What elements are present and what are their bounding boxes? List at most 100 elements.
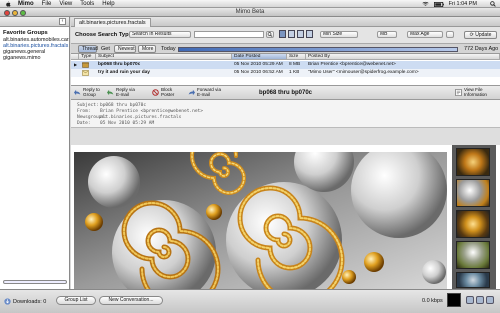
column-header-date[interactable]: Date Posted xyxy=(232,54,287,60)
table-row[interactable]: ▶ bp068 thru bp070c 05 Nov 2010 05:29 AM… xyxy=(71,61,500,69)
header-key: Date: xyxy=(77,121,91,126)
view-icons xyxy=(279,30,315,39)
age-slider[interactable] xyxy=(178,47,458,52)
apple-icon[interactable] xyxy=(5,1,11,7)
thumbnail-strip xyxy=(452,145,496,289)
size-unit-select[interactable]: MB xyxy=(377,31,397,38)
downloads-status[interactable]: Downloads: 0 xyxy=(4,297,46,306)
window-title: Mimo Beta xyxy=(235,9,265,15)
update-button-label: Update xyxy=(475,32,492,38)
view-list-icon[interactable] xyxy=(279,30,286,38)
thumbnail-image[interactable] xyxy=(456,241,490,269)
sidebar: ‹ Favorite Groups alt.binaries.automobil… xyxy=(0,17,70,289)
attachment-viewer xyxy=(71,145,500,289)
window-titlebar: Mimo Beta xyxy=(0,8,500,17)
menu-help[interactable]: Help xyxy=(102,1,114,7)
search-bar: Choose Search Type: Search In Results Mi… xyxy=(71,27,500,44)
view-preview-icon[interactable] xyxy=(306,30,313,38)
row-date: 05 Nov 2010 05:29 AM xyxy=(234,62,283,67)
row-subject: bp068 thru bp070c xyxy=(98,62,141,67)
layout-icon[interactable] xyxy=(486,296,494,304)
sidebar-scrollbar[interactable] xyxy=(3,280,67,284)
expand-arrow-icon[interactable]: ▶ xyxy=(74,61,77,69)
today-label: Today xyxy=(161,46,176,52)
row-size: 1 KB xyxy=(289,70,300,75)
message-icon xyxy=(82,70,89,76)
get-label: Get xyxy=(101,46,110,52)
tab-bar: alt.binaries.pictures.fractals xyxy=(71,17,500,27)
battery-icon[interactable] xyxy=(433,1,444,7)
header-date: Date: 05 Nov 2010 05:29 AM xyxy=(77,121,500,127)
status-icons xyxy=(466,296,494,304)
group-list-label: Group List xyxy=(64,297,88,303)
archive-icon xyxy=(82,62,89,68)
search-icon xyxy=(267,32,273,37)
spotlight-icon[interactable] xyxy=(490,1,496,7)
age-unit-select[interactable] xyxy=(446,31,454,38)
message-headers: Subject:bp068 thru bp070c From: Brian Pre… xyxy=(71,100,500,128)
row-poster: "Mimo User" <mimouser@spiderfrog.example… xyxy=(308,70,419,75)
row-size: 8 MB xyxy=(289,62,301,67)
max-age-select[interactable]: Max Age xyxy=(407,31,443,38)
downloads-label: Downloads: 0 xyxy=(13,298,47,305)
wifi-icon[interactable] xyxy=(422,1,429,7)
thumbnail-image[interactable] xyxy=(456,148,490,176)
menu-bar: Mimo File View Tools Help Fri 1:04 PM xyxy=(0,0,500,8)
thumbnail-image[interactable] xyxy=(456,210,490,238)
sidebar-header: ‹ xyxy=(0,17,69,27)
column-header-posted-by[interactable]: Posted By xyxy=(306,54,500,60)
thread-button[interactable]: Thread xyxy=(78,45,98,53)
row-poster: Brian Prentice <bprentice@webenet.net> xyxy=(308,62,396,67)
thumbnail-image[interactable] xyxy=(456,272,490,288)
row-subject: try it and ruin your day xyxy=(98,70,150,75)
column-header-flag[interactable] xyxy=(71,54,79,60)
speed-readout: 0.0 kbps xyxy=(422,298,443,304)
download-icon xyxy=(4,298,11,305)
thumbnail-image[interactable] xyxy=(456,179,490,207)
view-thumb-icon[interactable] xyxy=(297,30,304,38)
status-bar: Downloads: 0 Group List New Conversation… xyxy=(0,289,500,313)
settings-icon[interactable] xyxy=(476,296,484,304)
info-icon xyxy=(455,89,462,96)
new-conversation-button[interactable]: New Conversation... xyxy=(99,296,163,305)
column-header-type[interactable]: Type xyxy=(79,54,96,60)
table-row[interactable]: try it and ruin your day 05 Nov 2010 06:… xyxy=(71,69,500,77)
search-input[interactable] xyxy=(194,31,264,38)
days-ago-label: 772 Days Ago xyxy=(464,46,499,52)
search-button[interactable] xyxy=(266,31,274,38)
more-button[interactable]: More xyxy=(138,45,156,53)
header-value: alt.binaries.pictures.fractals xyxy=(100,115,182,120)
view-file-information-button[interactable]: View File Information xyxy=(455,87,487,98)
header-value: Brian Prentice <bprentice@webenet.net> xyxy=(100,109,203,114)
message-table: Type Subject Date Posted Size Posted By … xyxy=(71,54,500,86)
favorite-groups-heading: Favorite Groups xyxy=(3,30,48,36)
view-grid-icon[interactable] xyxy=(288,30,295,38)
tab-newsgroup[interactable]: alt.binaries.pictures.fractals xyxy=(74,18,151,27)
search-type-select[interactable]: Search In Results xyxy=(129,31,191,38)
menu-view[interactable]: View xyxy=(59,1,72,7)
new-conversation-label: New Conversation... xyxy=(108,297,154,303)
update-button[interactable]: ⟳ Update xyxy=(464,31,497,39)
row-date: 05 Nov 2010 06:52 AM xyxy=(234,70,283,75)
fractal-image[interactable] xyxy=(74,152,447,289)
sidebar-group-item[interactable]: giganews.mimo xyxy=(0,55,69,61)
menu-app-name[interactable]: Mimo xyxy=(18,1,34,7)
collapse-sidebar-icon[interactable]: ‹ xyxy=(59,18,66,25)
group-list-button[interactable]: Group List xyxy=(56,296,96,305)
newest-button[interactable]: Newest xyxy=(114,45,136,53)
menu-file[interactable]: File xyxy=(42,1,52,7)
message-actions-bar: Reply to Group Reply via E-mail Block Po… xyxy=(71,86,500,100)
column-header-size[interactable]: Size xyxy=(287,54,306,60)
speed-graph xyxy=(447,293,461,307)
min-size-select[interactable]: Min Size xyxy=(320,31,358,38)
filter-icon[interactable] xyxy=(466,296,474,304)
view-file-information-label: View File Information xyxy=(464,87,487,97)
column-header-subject[interactable]: Subject xyxy=(96,54,232,60)
header-value: 05 Nov 2010 05:29 AM xyxy=(100,121,155,126)
menu-tools[interactable]: Tools xyxy=(80,1,94,7)
message-subject-title: bp068 thru bp070c xyxy=(258,90,312,96)
search-type-label: Choose Search Type: xyxy=(75,32,134,38)
view-toolbar: Thread Get Newest More Today 772 Days Ag… xyxy=(71,44,500,54)
clock[interactable]: Fri 1:04 PM xyxy=(449,1,477,7)
header-value: bp068 thru bp070c xyxy=(100,103,147,108)
